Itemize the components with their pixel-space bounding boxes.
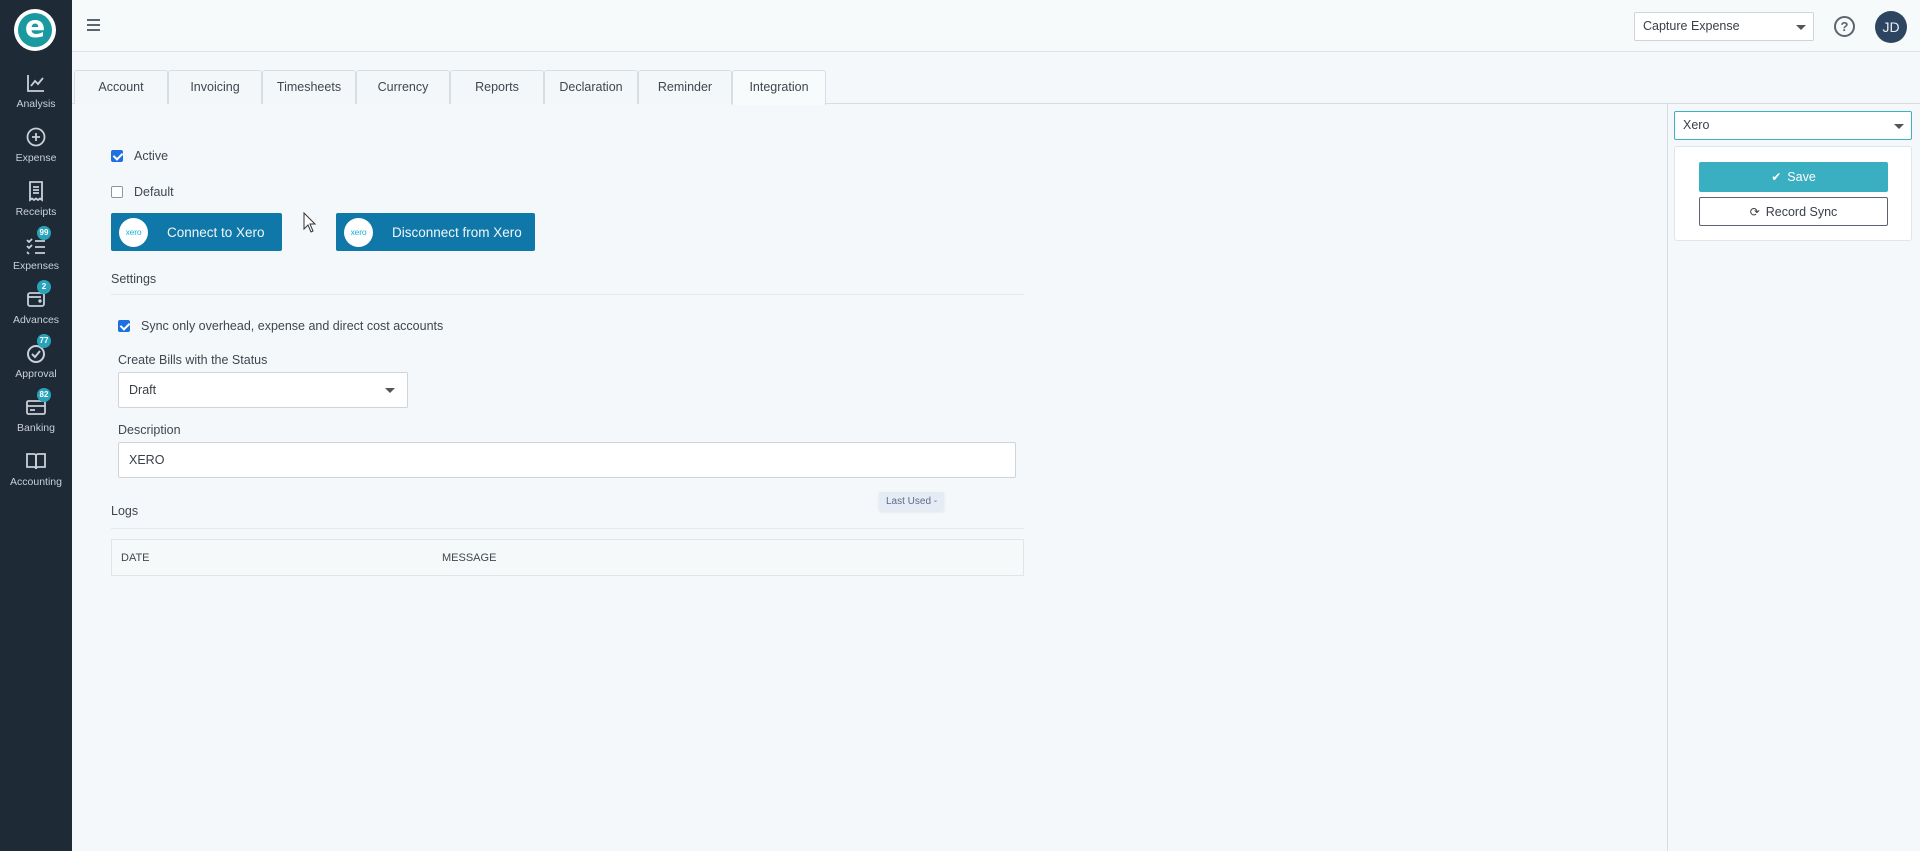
description-label: Description — [118, 423, 181, 437]
settings-divider — [111, 294, 1024, 295]
chevron-down-icon — [1894, 124, 1904, 129]
xero-logo-icon: xero — [344, 217, 373, 247]
logo-mark: e — [18, 13, 52, 47]
check-icon: ✔ — [1771, 170, 1782, 184]
mouse-cursor-icon — [303, 212, 317, 233]
approval-badge: 77 — [37, 334, 51, 348]
book-icon — [25, 450, 47, 472]
connect-xero-label: Connect to Xero — [167, 224, 265, 240]
sidebar-item-analysis[interactable]: Analysis — [0, 72, 72, 122]
refresh-icon: ⟳ — [1749, 204, 1760, 219]
sidebar-label: Accounting — [10, 476, 62, 488]
tab-reports[interactable]: Reports — [450, 70, 544, 104]
sidebar-item-approval[interactable]: 77 Approval — [0, 334, 72, 392]
sidebar-label: Expenses — [12, 260, 60, 272]
active-label: Active — [134, 149, 169, 163]
sidebar-item-expenses[interactable]: 99 Expenses — [0, 226, 72, 284]
sidebar-item-accounting[interactable]: Accounting — [0, 450, 72, 500]
logo-letter: e — [24, 10, 46, 45]
user-avatar[interactable]: JD — [1875, 11, 1907, 43]
sidebar-item-banking[interactable]: 82 Banking — [0, 388, 72, 446]
sidebar: e Analysis Expense Receipts 99 Expenses … — [0, 0, 72, 851]
checklist-icon: 99 — [25, 226, 51, 256]
connect-xero-button[interactable]: xero Connect to Xero — [111, 213, 282, 251]
menu-toggle-icon[interactable] — [87, 19, 100, 31]
column-header-message: MESSAGE — [442, 552, 497, 564]
logs-divider — [111, 528, 1024, 529]
column-header-date: DATE — [121, 552, 150, 564]
expenses-badge: 99 — [37, 226, 51, 240]
tab-integration[interactable]: Integration — [732, 70, 826, 105]
tab-declaration[interactable]: Declaration — [544, 70, 638, 104]
sidebar-label: Analysis — [16, 98, 56, 110]
save-label: Save — [1787, 170, 1816, 184]
sidebar-item-receipts[interactable]: Receipts — [0, 180, 72, 230]
active-checkbox[interactable] — [111, 150, 123, 162]
sidebar-item-advances[interactable]: 2 Advances — [0, 280, 72, 338]
help-icon[interactable]: ? — [1834, 16, 1855, 37]
tab-currency[interactable]: Currency — [356, 70, 450, 104]
default-label: Default — [134, 185, 174, 199]
settings-heading: Settings — [111, 272, 157, 286]
tab-reminder[interactable]: Reminder — [638, 70, 732, 104]
app-logo[interactable]: e — [14, 9, 56, 51]
wallet-icon: 2 — [25, 280, 51, 310]
settings-tabs: Account Invoicing Timesheets Currency Re… — [74, 70, 826, 105]
sync-accounts-checkbox-row[interactable]: Sync only overhead, expense and direct c… — [118, 319, 443, 333]
integration-provider-select[interactable]: Xero — [1674, 111, 1912, 140]
sidebar-label: Advances — [12, 314, 60, 326]
sync-accounts-checkbox[interactable] — [118, 320, 130, 332]
save-button[interactable]: ✔ Save — [1699, 162, 1888, 192]
description-input[interactable]: XERO — [118, 442, 1016, 478]
advances-badge: 2 — [37, 280, 51, 294]
app-mode-value: Capture Expense — [1643, 19, 1740, 33]
sync-accounts-label: Sync only overhead, expense and direct c… — [141, 319, 444, 333]
tab-invoicing[interactable]: Invoicing — [168, 70, 262, 104]
top-bar: Capture Expense ? JD — [72, 0, 1920, 52]
record-sync-label: Record Sync — [1765, 204, 1838, 219]
tab-account[interactable]: Account — [74, 70, 168, 104]
bill-status-label: Create Bills with the Status — [118, 353, 268, 367]
disconnect-xero-button[interactable]: xero Disconnect from Xero — [336, 213, 535, 251]
default-checkbox-row[interactable]: Default — [111, 185, 174, 199]
chevron-down-icon — [385, 388, 395, 393]
provider-value: Xero — [1683, 118, 1710, 132]
receipt-icon — [25, 180, 47, 202]
chevron-down-icon — [1796, 25, 1806, 30]
bill-status-select[interactable]: Draft — [118, 372, 408, 408]
logs-heading: Logs — [111, 504, 139, 518]
active-checkbox-row[interactable]: Active — [111, 149, 168, 163]
last-used-badge: Last Used - — [879, 492, 945, 511]
record-sync-button[interactable]: ⟳ Record Sync — [1699, 197, 1888, 226]
sidebar-label: Expense — [15, 152, 57, 164]
tab-timesheets[interactable]: Timesheets — [262, 70, 356, 104]
sidebar-label: Banking — [17, 422, 55, 434]
plus-circle-icon — [25, 126, 47, 148]
right-panel-divider — [1667, 104, 1668, 851]
sidebar-label: Receipts — [15, 206, 57, 218]
app-mode-select[interactable]: Capture Expense — [1634, 12, 1814, 41]
logs-table: DATE MESSAGE — [111, 539, 1024, 576]
bill-status-value: Draft — [129, 383, 157, 397]
banking-badge: 82 — [37, 388, 51, 402]
sidebar-label: Approval — [15, 368, 57, 380]
check-circle-icon: 77 — [25, 334, 51, 364]
disconnect-xero-label: Disconnect from Xero — [392, 224, 522, 240]
credit-card-icon: 82 — [25, 388, 51, 418]
sidebar-item-expense[interactable]: Expense — [0, 126, 72, 176]
chart-line-icon — [25, 72, 47, 94]
xero-logo-icon: xero — [119, 217, 148, 247]
actions-card — [1674, 146, 1912, 241]
default-checkbox[interactable] — [111, 186, 123, 198]
